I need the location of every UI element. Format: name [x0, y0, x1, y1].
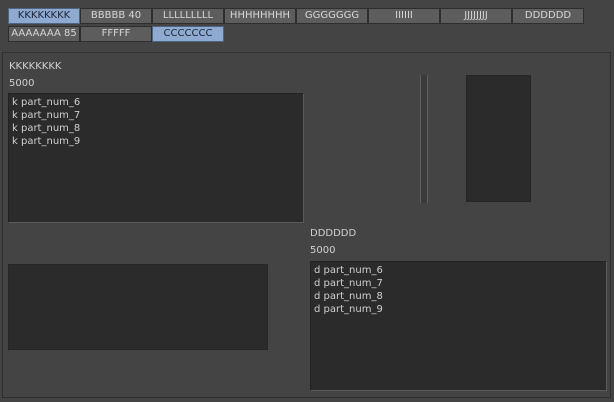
list-item[interactable]: k part_num_8	[12, 122, 303, 135]
tab-bar: KKKKKKKK BBBBB 40 LLLLLLLLL HHHHHHHH GGG…	[8, 8, 585, 44]
list-item[interactable]: d part_num_8	[314, 290, 606, 303]
left-section-value: 5000	[9, 78, 35, 89]
main-panel: KKKKKKKK 5000 k part_num_6 k part_num_7 …	[2, 52, 611, 398]
tab-jjjjjjjj[interactable]: JJJJJJJJ	[440, 8, 512, 24]
list-item[interactable]: k part_num_7	[12, 109, 303, 122]
tab-dddddd[interactable]: DDDDDD	[512, 8, 584, 24]
list-item[interactable]: k part_num_6	[12, 96, 303, 109]
tab-ccccccc[interactable]: CCCCCCC	[152, 26, 224, 42]
tab-aaaaaaa-85[interactable]: AAAAAAA 85	[8, 26, 80, 42]
left-section-title: KKKKKKKK	[9, 61, 62, 72]
left-parts-list[interactable]: k part_num_6 k part_num_7 k part_num_8 k…	[8, 93, 304, 223]
preview-panel	[466, 75, 531, 202]
tab-iiiiii[interactable]: IIIIII	[368, 8, 440, 24]
tab-ggggggg[interactable]: GGGGGGG	[296, 8, 368, 24]
list-item[interactable]: d part_num_7	[314, 277, 606, 290]
tab-kkkkkkkk[interactable]: KKKKKKKK	[8, 8, 80, 24]
tab-bbbbb-40[interactable]: BBBBB 40	[80, 8, 152, 24]
right-parts-list[interactable]: d part_num_6 d part_num_7 d part_num_8 d…	[310, 261, 607, 391]
list-item[interactable]: k part_num_9	[12, 135, 303, 148]
list-item[interactable]: d part_num_9	[314, 303, 606, 316]
right-section-value: 5000	[310, 245, 336, 256]
tab-lllllllll[interactable]: LLLLLLLLL	[152, 8, 224, 24]
vertical-slider[interactable]	[420, 75, 428, 203]
tab-fffff[interactable]: FFFFF	[80, 26, 152, 42]
empty-panel	[8, 264, 268, 350]
tab-hhhhhhhh[interactable]: HHHHHHHH	[224, 8, 296, 24]
app-window: KKKKKKKK BBBBB 40 LLLLLLLLL HHHHHHHH GGG…	[0, 0, 614, 402]
right-section-title: DDDDDD	[310, 228, 357, 239]
list-item[interactable]: d part_num_6	[314, 264, 606, 277]
